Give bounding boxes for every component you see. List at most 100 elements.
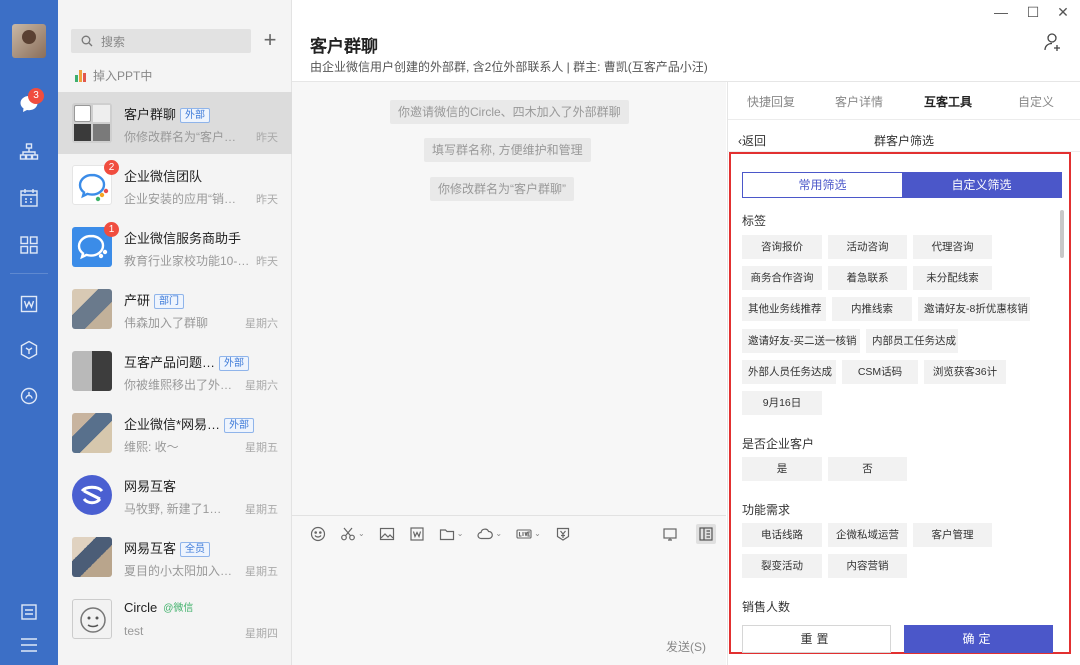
enterprise-chip[interactable]: 否	[828, 457, 907, 481]
group-avatar	[72, 537, 112, 577]
conversation-time: 星期四	[245, 628, 278, 640]
tag-chip[interactable]: 代理咨询	[913, 235, 992, 259]
menu-icon[interactable]	[17, 633, 41, 657]
scrollbar-thumb[interactable]	[1060, 210, 1064, 258]
user-avatar[interactable]	[12, 24, 46, 58]
tab-hucke-tools[interactable]: 互客工具	[924, 93, 972, 110]
money-icon[interactable]	[555, 526, 571, 542]
add-button[interactable]: +	[259, 29, 281, 53]
contacts-icon[interactable]	[17, 140, 41, 164]
apps-icon[interactable]	[17, 233, 41, 257]
minimize-button[interactable]: —	[991, 4, 1011, 20]
tab-quick-reply[interactable]: 快捷回复	[747, 93, 795, 110]
live-icon[interactable]: ⌄	[516, 526, 541, 542]
group-avatar	[72, 103, 112, 143]
tag-chip[interactable]: 邀请好友-买二送一核销	[742, 329, 860, 353]
tag-chip[interactable]: 9月16日	[742, 391, 822, 415]
chart-icon	[75, 69, 86, 82]
reset-button[interactable]: 重置	[742, 625, 891, 653]
tab-customer-detail[interactable]: 客户详情	[835, 93, 883, 110]
back-button[interactable]: ‹返回	[738, 132, 766, 149]
tag-chip[interactable]: 邀请好友-8折优惠核销	[918, 297, 1030, 321]
needs-chip[interactable]: 电话线路	[742, 523, 822, 547]
needs-chip[interactable]: 客户管理	[913, 523, 992, 547]
cloud-icon[interactable]	[17, 384, 41, 408]
conversation-name: 企业微信*网易… 外部	[124, 414, 255, 433]
send-button[interactable]: 发送(S)	[666, 638, 706, 655]
list-item[interactable]: Circle @微信 test 星期四	[58, 588, 292, 650]
group-avatar	[72, 351, 112, 391]
tag-chip[interactable]: 内部员工任务达成	[866, 329, 958, 353]
common-filter-tab[interactable]: 常用筛选	[743, 173, 902, 197]
tag-chip[interactable]: 着急联系	[828, 266, 907, 290]
conversation-time: 星期五	[245, 504, 278, 516]
list-item[interactable]: 网易互客 马牧野, 新建了1… 星期五	[58, 464, 292, 526]
conversation-name: Circle @微信	[124, 600, 194, 615]
list-item[interactable]: 2 企业微信团队 企业安装的应用“销… 昨天	[58, 154, 292, 216]
close-button[interactable]: ✕	[1053, 4, 1073, 21]
tag-chip[interactable]: 内推线索	[832, 297, 912, 321]
chat-title: 客户群聊	[310, 37, 378, 56]
maximize-button[interactable]: ☐	[1023, 4, 1043, 21]
custom-filter-tab[interactable]: 自定义筛选	[902, 173, 1061, 197]
tag-chip[interactable]: 外部人员任务达成	[742, 360, 836, 384]
conversation-tag: @微信	[163, 603, 194, 614]
doc-icon[interactable]	[409, 526, 425, 542]
conversation-list: 搜索 + 掉入PPT中 客户群聊 外部 你修改群名为“客户… 昨天 2 企业微信团…	[58, 0, 292, 665]
tag-chip[interactable]: 未分配线索	[913, 266, 992, 290]
conversation-tag: 部门	[154, 294, 185, 309]
unread-badge: 2	[104, 160, 119, 175]
conversation-preview: 你修改群名为“客户…	[124, 130, 236, 144]
enterprise-chip[interactable]: 是	[742, 457, 822, 481]
system-message: 你修改群名为“客户群聊”	[430, 177, 574, 201]
doc-icon[interactable]	[17, 292, 41, 316]
list-item[interactable]: 产研 部门 伟森加入了群聊 星期六	[58, 278, 292, 340]
conversation-time: 昨天	[256, 256, 278, 268]
notes-icon[interactable]	[17, 600, 41, 624]
conversation-name: 网易互客	[124, 479, 177, 494]
conversation-preview: 你被维熙移出了外…	[124, 378, 233, 392]
conversation-preview: test	[124, 624, 144, 638]
tag-chip[interactable]: 其他业务线推荐	[742, 297, 826, 321]
list-item[interactable]: 互客产品问题… 外部 你被维熙移出了外… 星期六	[58, 340, 292, 402]
image-icon[interactable]	[379, 526, 395, 542]
conversation-name: 互客产品问题… 外部	[124, 352, 250, 371]
tag-chip[interactable]: 活动咨询	[828, 235, 907, 259]
tag-chip[interactable]: 商务合作咨询	[742, 266, 822, 290]
sidebar-toggle-icon[interactable]	[696, 524, 716, 544]
conversation-tag: 外部	[224, 418, 255, 433]
cloud-icon[interactable]: ⌄	[477, 526, 502, 542]
needs-chip[interactable]: 企微私域运营	[828, 523, 907, 547]
chat-header: 客户群聊 由企业微信用户创建的外部群, 含2位外部联系人 | 群主: 曹凯(互客…	[292, 0, 1080, 82]
tag-chip[interactable]: 浏览获客36计	[924, 360, 1006, 384]
list-item[interactable]: 网易互客 全员 夏目的小太阳加入… 星期五	[58, 526, 292, 588]
conversation-preview: 伟森加入了群聊	[124, 316, 209, 330]
cube-icon[interactable]	[17, 338, 41, 362]
tag-chip[interactable]: CSM话码	[842, 360, 918, 384]
conversation-preview: 维熙: 收～	[124, 440, 179, 454]
needs-chip[interactable]: 内容营销	[828, 554, 907, 578]
system-message: 你邀请微信的Circle、四木加入了外部群聊	[390, 100, 629, 124]
list-item[interactable]: 1 企业微信服务商助手 教育行业家校功能10-… 昨天	[58, 216, 292, 278]
filter-mode-toggle: 常用筛选 自定义筛选	[742, 172, 1062, 198]
needs-chip[interactable]: 裂变活动	[742, 554, 822, 578]
tag-chip[interactable]: 咨询报价	[742, 235, 822, 259]
scissors-icon[interactable]: ⌄	[340, 526, 365, 542]
emoji-icon[interactable]	[310, 526, 326, 542]
calendar-icon[interactable]	[17, 186, 41, 210]
rail-divider	[10, 273, 48, 274]
add-member-icon[interactable]	[1043, 32, 1063, 52]
confirm-button[interactable]: 确定	[904, 625, 1053, 653]
conversation-time: 星期六	[245, 318, 278, 330]
folder-icon[interactable]: ⌄	[439, 526, 463, 542]
list-item[interactable]: 企业微信*网易… 外部 维熙: 收～ 星期五	[58, 402, 292, 464]
search-icon	[81, 35, 93, 47]
chat-area: 你邀请微信的Circle、四木加入了外部群聊 填写群名称, 方便维护和管理 你修…	[292, 82, 726, 665]
list-item[interactable]: 客户群聊 外部 你修改群名为“客户… 昨天	[58, 92, 292, 154]
conversation-name: 产研 部门	[124, 290, 185, 309]
search-input[interactable]: 搜索	[71, 29, 251, 53]
conversation-tag: 外部	[219, 356, 250, 371]
tab-custom[interactable]: 自定义	[1018, 93, 1054, 110]
screenshot-icon[interactable]	[660, 524, 680, 544]
chat-subtitle: 由企业微信用户创建的外部群, 含2位外部联系人 | 群主: 曹凯(互客产品小汪)	[310, 60, 708, 74]
